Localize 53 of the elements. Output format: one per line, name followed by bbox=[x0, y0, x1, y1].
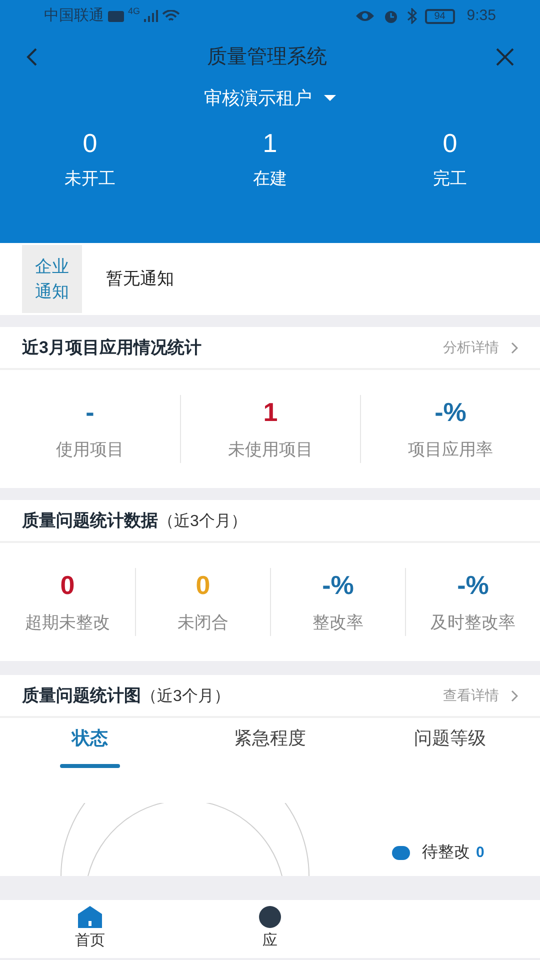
carrier-name: 中国联通 bbox=[44, 6, 104, 26]
section-title: 质量问题统计数据 bbox=[22, 510, 158, 532]
caret-icon bbox=[324, 95, 336, 102]
stat-value: -% bbox=[322, 569, 354, 602]
stat-value: 1 bbox=[263, 396, 278, 430]
bluetooth-icon bbox=[406, 8, 417, 24]
circle-icon bbox=[259, 906, 281, 928]
battery-icon: 94 bbox=[424, 8, 455, 24]
nav-item[interactable]: 应 bbox=[180, 900, 360, 958]
page-title: 质量管理系统 bbox=[207, 45, 327, 70]
section-title: 质量问题统计图 bbox=[22, 684, 141, 706]
chevron-right-icon bbox=[511, 342, 518, 354]
legend-label: 待整改 bbox=[422, 843, 470, 863]
hd-icon bbox=[108, 10, 124, 22]
network-type: 4G bbox=[128, 4, 140, 18]
stat-label: 在建 bbox=[253, 168, 287, 190]
stat-value: -% bbox=[434, 396, 466, 430]
chart-tab[interactable]: 状态 bbox=[0, 718, 180, 775]
clock-time: 9:35 bbox=[466, 6, 496, 26]
stat-label: 项目应用率 bbox=[408, 439, 493, 462]
notice-text: 暂无通知 bbox=[106, 268, 174, 290]
stat-value: 0 bbox=[82, 127, 98, 160]
alarm-icon bbox=[382, 8, 399, 24]
stat-label: 未闭合 bbox=[178, 612, 228, 634]
section-subtitle: （近3个月） bbox=[158, 512, 247, 532]
legend-count: 0 bbox=[476, 842, 484, 863]
chart-tab[interactable]: 紧急程度 bbox=[180, 718, 360, 775]
stat-label: 使用项目 bbox=[56, 439, 124, 462]
close-icon[interactable] bbox=[496, 48, 514, 66]
stat-value: 0 bbox=[60, 569, 75, 602]
back-icon[interactable] bbox=[26, 47, 38, 67]
stat-value: - bbox=[86, 396, 94, 430]
stat-value: 1 bbox=[262, 127, 278, 160]
stat-label: 完工 bbox=[433, 168, 467, 190]
stat-label: 未开工 bbox=[64, 168, 116, 190]
section-title: 近3月项目应用情况统计 bbox=[22, 336, 202, 359]
eye-icon bbox=[354, 10, 375, 22]
stat-label: 超期未整改 bbox=[25, 612, 110, 634]
stat-label: 及时整改率 bbox=[430, 612, 516, 634]
home-icon bbox=[78, 906, 102, 928]
signal-icon bbox=[144, 10, 158, 22]
stat-label: 整改率 bbox=[312, 612, 364, 634]
nav-item[interactable]: 首页 bbox=[0, 900, 180, 958]
stat-value: -% bbox=[457, 569, 489, 602]
wifi-icon bbox=[162, 10, 180, 22]
section-subtitle: （近3个月） bbox=[141, 686, 230, 706]
stat-value: 0 bbox=[196, 569, 210, 602]
notice-tag: 企业通知 bbox=[22, 245, 82, 313]
chart-tab[interactable]: 问题等级 bbox=[360, 718, 540, 775]
chevron-right-icon bbox=[511, 690, 518, 702]
stat-value: 0 bbox=[442, 127, 458, 160]
stat-label: 未使用项目 bbox=[228, 439, 313, 462]
tenant-dropdown[interactable]: 审核演示租户 bbox=[204, 85, 336, 112]
